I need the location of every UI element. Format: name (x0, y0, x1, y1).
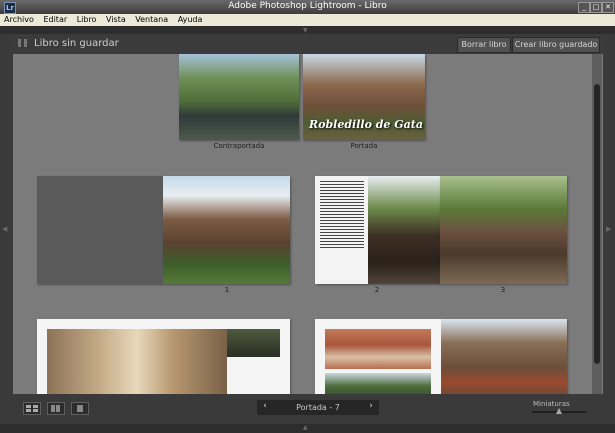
menu-archivo[interactable]: Archivo (0, 14, 37, 24)
clear-book-button[interactable]: Borrar libro (457, 37, 511, 53)
current-page-label: Portada - 7 (296, 403, 340, 412)
thumbnails-label: Miniaturas (533, 400, 570, 408)
page-1[interactable] (163, 176, 290, 284)
page-7-photo[interactable] (441, 319, 567, 394)
top-panel-toggle[interactable]: ▼ (0, 26, 615, 34)
page-2[interactable] (315, 176, 440, 284)
back-cover-caption: Contraportada (213, 142, 265, 150)
bottom-toolbar: ‹ Portada - 7 › Miniaturas (10, 394, 606, 424)
slider-knob[interactable] (556, 408, 562, 414)
menu-editar[interactable]: Editar (39, 14, 70, 24)
panel-grip-icon[interactable] (18, 39, 27, 47)
page-6-photo-bottom[interactable] (325, 373, 431, 394)
title-bar: Lr Adobe Photoshop Lightroom - Libro _ □… (0, 0, 615, 14)
book-canvas[interactable]: Robledillo de Gata Contraportada Portada… (13, 54, 603, 394)
front-cover-page[interactable]: Robledillo de Gata (303, 54, 425, 140)
page-2-photo[interactable] (368, 176, 440, 284)
menu-ayuda[interactable]: Ayuda (174, 14, 206, 24)
menu-ventana[interactable]: Ventana (131, 14, 171, 24)
page-5-photo[interactable] (227, 329, 280, 357)
multi-page-view-icon[interactable] (23, 402, 41, 415)
window-title: Adobe Photoshop Lightroom - Libro (228, 1, 387, 11)
right-panel-toggle-icon[interactable]: ▶ (606, 225, 611, 233)
single-page-view-icon[interactable] (71, 402, 89, 415)
maximize-button[interactable]: □ (590, 2, 602, 13)
bottom-panel-toggle[interactable]: ▲ (0, 424, 615, 433)
blank-left-page (37, 176, 163, 284)
left-panel-toggle-icon[interactable]: ◀ (2, 225, 7, 233)
menu-libro[interactable]: Libro (73, 14, 100, 24)
next-page-button[interactable]: › (366, 401, 376, 411)
page-2-caption: 2 (374, 286, 380, 294)
page-spread-6-7[interactable] (315, 319, 567, 394)
page-6-photo-top[interactable] (325, 329, 431, 369)
book-header: Libro sin guardar Borrar libro Crear lib… (10, 34, 606, 54)
page-1-caption: 1 (224, 286, 230, 294)
page-spread-4-5[interactable] (37, 319, 290, 394)
collapse-top-icon: ▼ (303, 27, 308, 34)
spread-view-icon[interactable] (47, 402, 65, 415)
page-3[interactable] (440, 176, 567, 284)
menu-bar: Archivo Editar Libro Vista Ventana Ayuda (0, 14, 615, 26)
create-saved-book-button[interactable]: Crear libro guardado (512, 37, 600, 53)
close-button[interactable]: ✕ (602, 2, 614, 13)
vertical-scrollbar[interactable] (592, 54, 602, 394)
minimize-button[interactable]: _ (578, 2, 590, 13)
page-2-text-block (320, 181, 364, 249)
menu-vista[interactable]: Vista (102, 14, 129, 24)
collapse-bottom-icon: ▲ (303, 424, 308, 431)
front-cover-caption: Portada (350, 142, 378, 150)
page-4-photo[interactable] (47, 329, 227, 394)
page-3-caption: 3 (500, 286, 506, 294)
thumbnail-size-slider[interactable] (532, 408, 586, 414)
back-cover-page[interactable] (179, 54, 299, 140)
scrollbar-thumb[interactable] (594, 84, 600, 364)
page-navigator: ‹ Portada - 7 › (257, 400, 379, 415)
cover-title-text: Robledillo de Gata (309, 118, 423, 131)
book-title: Libro sin guardar (34, 38, 119, 49)
